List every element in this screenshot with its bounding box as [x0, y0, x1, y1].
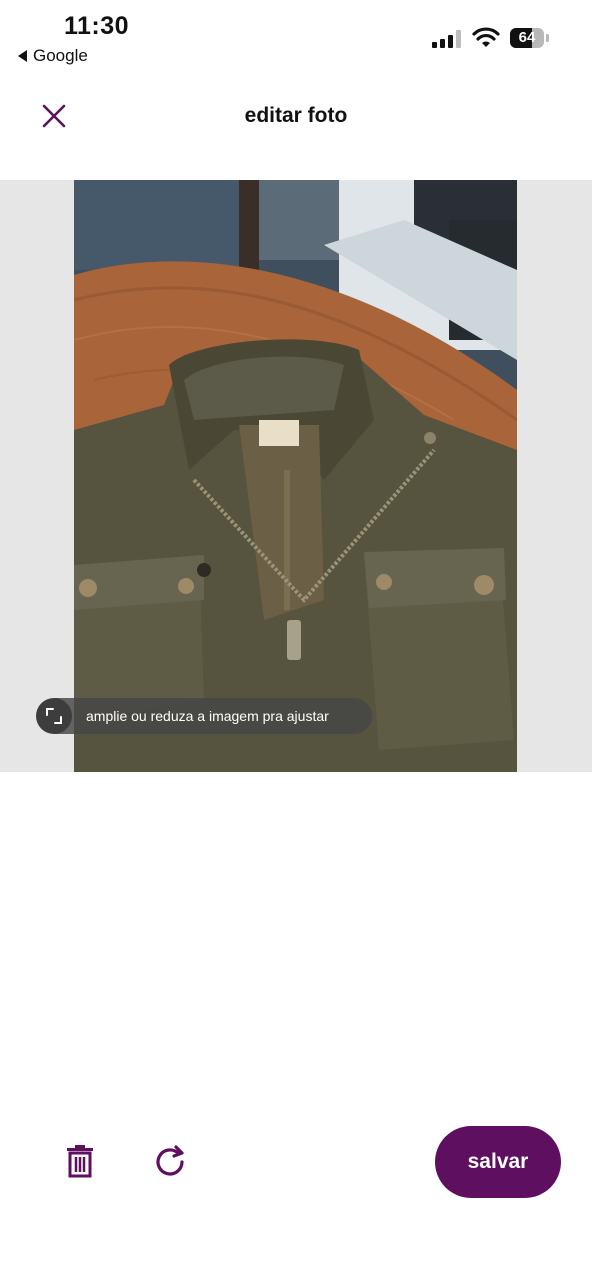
- rotate-icon: [156, 1145, 184, 1176]
- jacket-photo[interactable]: [74, 180, 517, 772]
- cellular-signal-icon: [432, 30, 461, 48]
- back-arrow-icon: [18, 50, 27, 62]
- resize-icon: [36, 698, 72, 734]
- battery-icon: 64: [510, 28, 544, 48]
- page-title: editar foto: [244, 104, 348, 127]
- battery-tip: [546, 34, 549, 42]
- battery-level: 64: [518, 29, 536, 46]
- hint-text: amplie ou reduza a imagem pra ajustar: [86, 708, 329, 724]
- back-to-app-link[interactable]: Google: [18, 46, 88, 66]
- back-app-label: Google: [33, 46, 88, 65]
- header: editar foto: [0, 84, 592, 148]
- rotate-button[interactable]: [150, 1140, 190, 1184]
- wifi-icon: [472, 27, 500, 47]
- status-bar: 11:30 Google 64: [0, 0, 592, 72]
- trash-icon: [67, 1145, 93, 1178]
- resize-hint: amplie ou reduza a imagem pra ajustar: [36, 698, 372, 734]
- delete-button[interactable]: [60, 1140, 100, 1184]
- jacket-photo-image: [74, 180, 517, 772]
- image-editor-area[interactable]: amplie ou reduza a imagem pra ajustar: [0, 180, 592, 772]
- status-time: 11:30: [64, 12, 130, 40]
- save-button[interactable]: salvar: [435, 1126, 561, 1198]
